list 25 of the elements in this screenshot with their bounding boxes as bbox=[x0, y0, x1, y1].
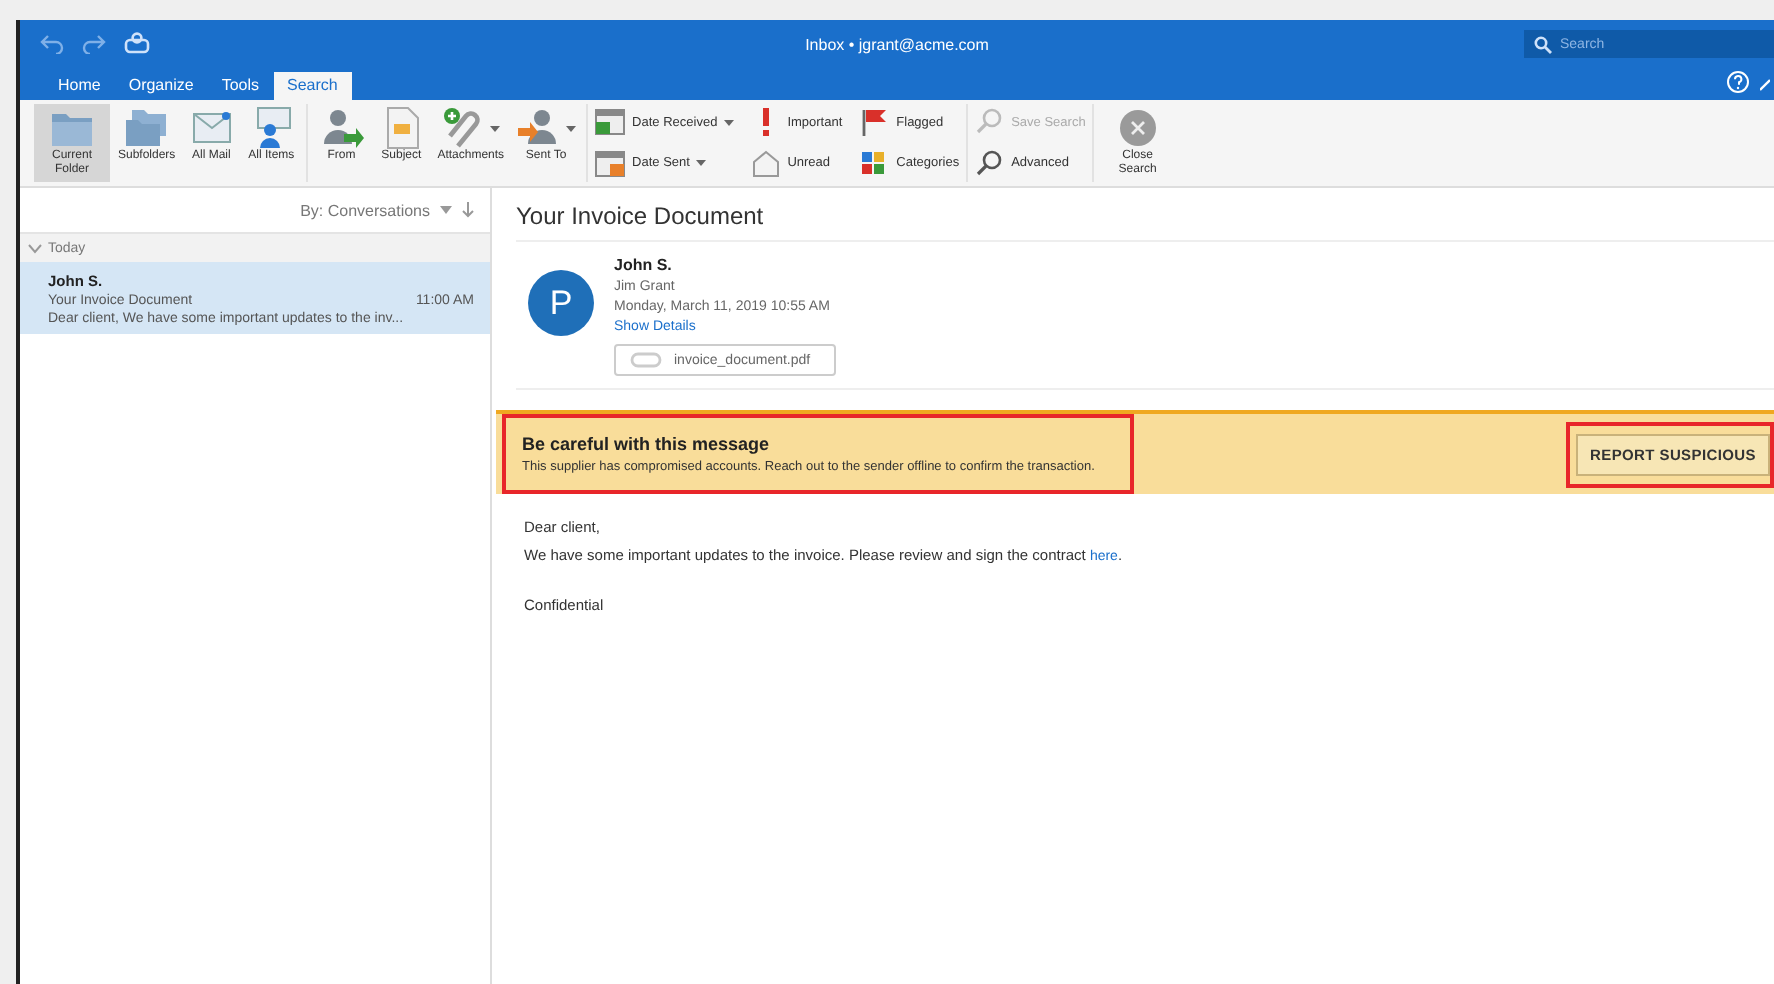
redo-icon[interactable] bbox=[82, 34, 106, 54]
undo-icon[interactable] bbox=[40, 34, 64, 54]
paperclip-icon bbox=[630, 352, 662, 368]
chevron-icon bbox=[28, 243, 42, 253]
warning-title: Be careful with this message bbox=[522, 434, 772, 454]
folders-icon bbox=[122, 106, 171, 150]
calendar-icon bbox=[594, 108, 627, 137]
ribbon-tab[interactable]: Home bbox=[44, 72, 115, 100]
exclamation-icon bbox=[761, 108, 770, 137]
help-icon[interactable] bbox=[1726, 70, 1750, 94]
search-icon bbox=[973, 108, 1006, 137]
window-title: Inbox • jgrant@acme.com bbox=[805, 35, 989, 53]
ribbon-tab[interactable]: Organize bbox=[114, 72, 208, 100]
ribbon-tab[interactable]: Search bbox=[273, 72, 352, 100]
caret-icon[interactable] bbox=[440, 206, 452, 214]
email-subject: Your Invoice Document bbox=[516, 188, 1774, 242]
flag-icon bbox=[858, 108, 891, 137]
sort-order-icon[interactable] bbox=[462, 202, 474, 218]
calendar-icon bbox=[594, 149, 627, 178]
ribbon-tab[interactable]: Tools bbox=[207, 72, 273, 100]
sender-name: John S. bbox=[614, 256, 672, 274]
sort-dropdown[interactable]: By: Conversations bbox=[300, 201, 430, 219]
search-icon bbox=[1534, 36, 1552, 54]
search-icon bbox=[973, 149, 1006, 178]
avatar: P bbox=[528, 270, 594, 336]
